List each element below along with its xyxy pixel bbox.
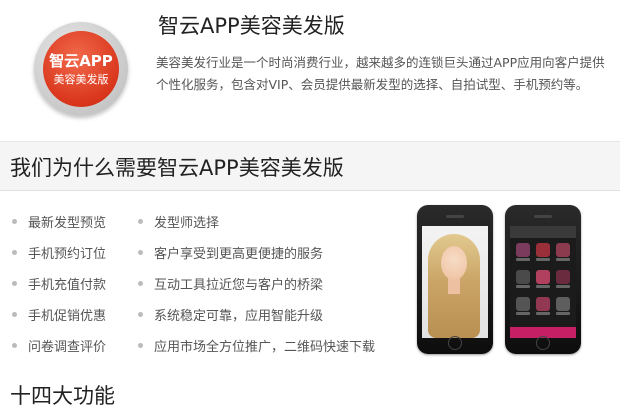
- list-item: 发型师选择: [138, 206, 375, 237]
- app-tile: [534, 270, 551, 294]
- app-tile-icon: [515, 270, 530, 284]
- app-tile-label-bar: [515, 312, 530, 315]
- phone-mockup-app-menu: [505, 205, 581, 354]
- app-tile-label-bar: [556, 285, 571, 288]
- app-tile-icon: [556, 297, 571, 311]
- list-item: 手机充值付款: [12, 268, 106, 299]
- app-tile-icon: [556, 243, 571, 257]
- bullet-dot-icon: [138, 219, 143, 224]
- app-status-bar: [510, 226, 576, 238]
- app-tile-icon: [535, 243, 550, 257]
- app-tile-label-bar: [535, 312, 550, 315]
- app-tile-icon: [515, 243, 530, 257]
- list-item-label: 发型师选择: [154, 216, 220, 231]
- list-item: 应用市场全方位推广，二维码快速下载: [138, 330, 375, 361]
- page-title: 智云APP美容美发版: [158, 14, 345, 38]
- list-item: 手机促销优惠: [12, 299, 106, 330]
- intro-description: 美容美发行业是一个时尚消费行业，越来越多的连锁巨头通过APP应用向客户提供个性化…: [156, 55, 605, 92]
- list-item: 互动工具拉近您与客户的桥梁: [138, 268, 375, 299]
- functions-heading: 十四大功能: [10, 384, 115, 408]
- list-item-label: 手机促销优惠: [28, 309, 107, 324]
- list-item: 最新发型预览: [12, 206, 106, 237]
- bullet-dot-icon: [12, 250, 17, 255]
- list-item-label: 互动工具拉近您与客户的桥梁: [154, 278, 324, 293]
- home-button-icon: [448, 336, 462, 350]
- list-item-label: 问卷调查评价: [28, 340, 107, 355]
- feature-list-right: 发型师选择 客户享受到更高更便捷的服务 互动工具拉近您与客户的桥梁 系统稳定可靠…: [138, 206, 375, 361]
- app-tile-label-bar: [515, 258, 530, 261]
- app-tile: [534, 243, 551, 267]
- why-heading: 我们为什么需要智云APP美容美发版: [10, 156, 344, 180]
- list-item-label: 系统稳定可靠，应用智能升级: [154, 309, 324, 324]
- app-tile: [514, 270, 531, 294]
- bullet-dot-icon: [12, 281, 17, 286]
- bullet-dot-icon: [12, 219, 17, 224]
- app-logo: 智云APP 美容美发版: [34, 22, 128, 116]
- home-button-icon: [536, 336, 550, 350]
- app-tile: [555, 270, 572, 294]
- list-item-label: 手机充值付款: [28, 278, 107, 293]
- list-item-label: 手机预约订位: [28, 247, 107, 262]
- app-tile-icon: [556, 270, 571, 284]
- face-shape: [441, 246, 467, 280]
- logo-line1: 智云APP: [49, 51, 113, 70]
- speaker-icon: [534, 215, 552, 218]
- bullet-dot-icon: [12, 312, 17, 317]
- logo-line2: 美容美发版: [53, 72, 109, 86]
- bullet-dot-icon: [138, 312, 143, 317]
- app-tile-icon: [515, 297, 530, 311]
- list-item: 问卷调查评价: [12, 330, 106, 361]
- app-tile-icon: [535, 270, 550, 284]
- list-item: 系统稳定可靠，应用智能升级: [138, 299, 375, 330]
- app-tile-label-bar: [535, 285, 550, 288]
- app-tile: [514, 297, 531, 321]
- app-menu-screen: [510, 226, 576, 338]
- feature-list-left: 最新发型预览 手机预约订位 手机充值付款 手机促销优惠 问卷调查评价: [12, 206, 106, 361]
- list-item-label: 最新发型预览: [28, 216, 107, 231]
- intro-section: 智云APP 美容美发版 智云APP美容美发版 美容美发行业是一个时尚消费行业，越…: [0, 0, 620, 140]
- app-tile: [555, 297, 572, 321]
- list-item-label: 客户享受到更高更便捷的服务: [154, 247, 324, 262]
- app-tile-label-bar: [535, 258, 550, 261]
- app-tile-icon: [535, 297, 550, 311]
- list-item: 客户享受到更高更便捷的服务: [138, 237, 375, 268]
- why-heading-band: 我们为什么需要智云APP美容美发版: [0, 141, 620, 191]
- app-tile-label-bar: [515, 285, 530, 288]
- app-tile: [514, 243, 531, 267]
- phone-mockup-hairstyle: [417, 205, 493, 354]
- list-item-label: 应用市场全方位推广，二维码快速下载: [154, 340, 376, 355]
- app-tile-label-bar: [556, 258, 571, 261]
- bullet-dot-icon: [138, 343, 143, 348]
- speaker-icon: [446, 215, 464, 218]
- hairstyle-preview-image: [422, 226, 488, 338]
- logo-badge: 智云APP 美容美发版: [43, 31, 119, 107]
- list-item: 手机预约订位: [12, 237, 106, 268]
- bullet-dot-icon: [138, 250, 143, 255]
- app-tile: [555, 243, 572, 267]
- bullet-dot-icon: [12, 343, 17, 348]
- app-tile-label-bar: [556, 312, 571, 315]
- app-icon-grid: [510, 238, 576, 326]
- bullet-dot-icon: [138, 281, 143, 286]
- app-tile: [534, 297, 551, 321]
